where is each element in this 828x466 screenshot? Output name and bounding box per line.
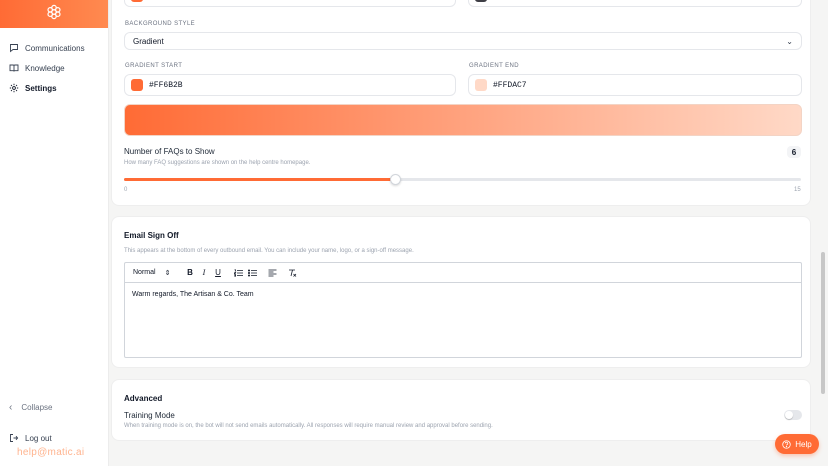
sidebar: Communications Knowledge Settings ‹ Coll… (0, 0, 109, 466)
collapse-button[interactable]: ‹ Collapse (9, 401, 52, 413)
primary-color-field[interactable] (124, 0, 456, 7)
book-icon (9, 63, 19, 73)
slider-thumb[interactable] (389, 174, 401, 185)
editor-toolbar: Normal ⇕ B I U (125, 263, 801, 283)
sidebar-item-knowledge[interactable]: Knowledge (0, 58, 108, 78)
help-circle-icon (782, 439, 791, 449)
underline-button[interactable]: U (211, 266, 225, 280)
gradient-end-label: GRADIENT END (469, 63, 520, 69)
sidebar-item-settings[interactable]: Settings (0, 78, 108, 98)
format-value: Normal (133, 269, 156, 276)
advanced-title: Advanced (124, 394, 163, 403)
faqs-count-badge: 6 (787, 146, 801, 158)
email-signoff-title: Email Sign Off (124, 231, 179, 240)
select-value: Gradient (133, 36, 164, 46)
email-signoff-card: Email Sign Off This appears at the botto… (111, 216, 811, 368)
bold-button[interactable]: B (183, 266, 197, 280)
scrollbar[interactable] (821, 252, 825, 394)
sidebar-item-communications[interactable]: Communications (0, 38, 108, 58)
color-swatch (131, 0, 143, 2)
signoff-editor: Normal ⇕ B I U Warm regards, The Artisan… (124, 262, 802, 358)
gradient-end-value: #FFDAC7 (493, 80, 527, 90)
clear-format-icon[interactable] (285, 266, 299, 280)
sidebar-item-label: Knowledge (25, 63, 65, 73)
color-swatch[interactable] (131, 79, 143, 91)
editor-content[interactable]: Warm regards, The Artisan & Co. Team (125, 283, 801, 306)
gradient-end-field[interactable]: #FFDAC7 (468, 74, 802, 96)
color-swatch[interactable] (475, 79, 487, 91)
brand-header (0, 0, 108, 28)
help-button[interactable]: Help (775, 434, 819, 454)
text-color-field[interactable] (468, 0, 802, 7)
align-left-icon[interactable] (265, 266, 279, 280)
bullet-list-icon[interactable] (245, 266, 259, 280)
logout-button[interactable]: Log out (9, 432, 52, 444)
training-mode-toggle[interactable] (784, 410, 802, 420)
chevron-down-icon: ⌄ (786, 37, 793, 46)
gradient-start-field[interactable]: #FF6B2B (124, 74, 456, 96)
slider-fill (124, 178, 395, 181)
gradient-start-label: GRADIENT START (125, 63, 183, 69)
chat-bubble-icon (9, 43, 19, 53)
email-signoff-description: This appears at the bottom of every outb… (124, 248, 414, 254)
gear-icon (9, 83, 19, 93)
background-style-select[interactable]: Gradient ⌄ (124, 32, 802, 50)
logo-icon (46, 4, 62, 25)
logout-icon (9, 433, 19, 443)
sidebar-item-label: Communications (25, 43, 85, 53)
gradient-preview (124, 104, 802, 136)
faqs-description: How many FAQ suggestions are shown on th… (124, 160, 311, 166)
appearance-card: BACKGROUND STYLE Gradient ⌄ GRADIENT STA… (111, 0, 811, 206)
sidebar-item-label: Settings (25, 83, 57, 93)
color-swatch (475, 0, 487, 2)
collapse-label: Collapse (21, 402, 53, 412)
faqs-title: Number of FAQs to Show (124, 147, 215, 156)
italic-button[interactable]: I (197, 266, 211, 280)
logout-label: Log out (25, 433, 52, 443)
format-select[interactable]: Normal ⇕ (133, 269, 177, 277)
toggle-knob (785, 411, 793, 419)
sidebar-nav: Communications Knowledge Settings (0, 28, 108, 98)
gradient-start-value: #FF6B2B (149, 80, 183, 90)
chevron-left-icon: ‹ (9, 401, 13, 413)
ordered-list-icon[interactable] (231, 266, 245, 280)
background-style-label: BACKGROUND STYLE (125, 21, 196, 27)
training-mode-title: Training Mode (124, 411, 175, 420)
slider-min-label: 0 (124, 187, 128, 193)
faqs-slider[interactable] (124, 174, 801, 185)
slider-max-label: 15 (794, 187, 801, 193)
training-mode-description: When training mode is on, the bot will n… (124, 423, 493, 429)
help-label: Help (795, 439, 812, 449)
advanced-card: Advanced Training Mode When training mod… (111, 379, 811, 441)
main-content: BACKGROUND STYLE Gradient ⌄ GRADIENT STA… (109, 0, 828, 466)
updown-icon: ⇕ (164, 269, 171, 277)
brand-wordmark: help@matic.ai (17, 447, 85, 458)
